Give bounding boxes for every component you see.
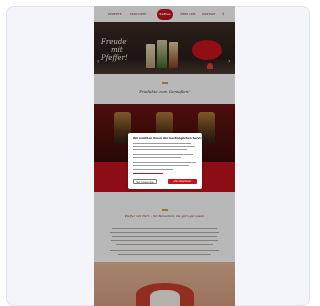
reject-cookies-button[interactable]: Nur notwendige: [133, 179, 157, 184]
accept-cookies-button[interactable]: Alle akzeptieren: [168, 179, 197, 184]
website-preview: REZEPTE PRODUKTE Kattus ÜBER UNS KONTAKT…: [94, 6, 235, 306]
cookie-consent-dialog: Wir möchten Ihnen den bestmöglichen Serv…: [128, 133, 214, 189]
cookie-title: Wir möchten Ihnen den bestmöglichen Serv…: [133, 136, 215, 140]
